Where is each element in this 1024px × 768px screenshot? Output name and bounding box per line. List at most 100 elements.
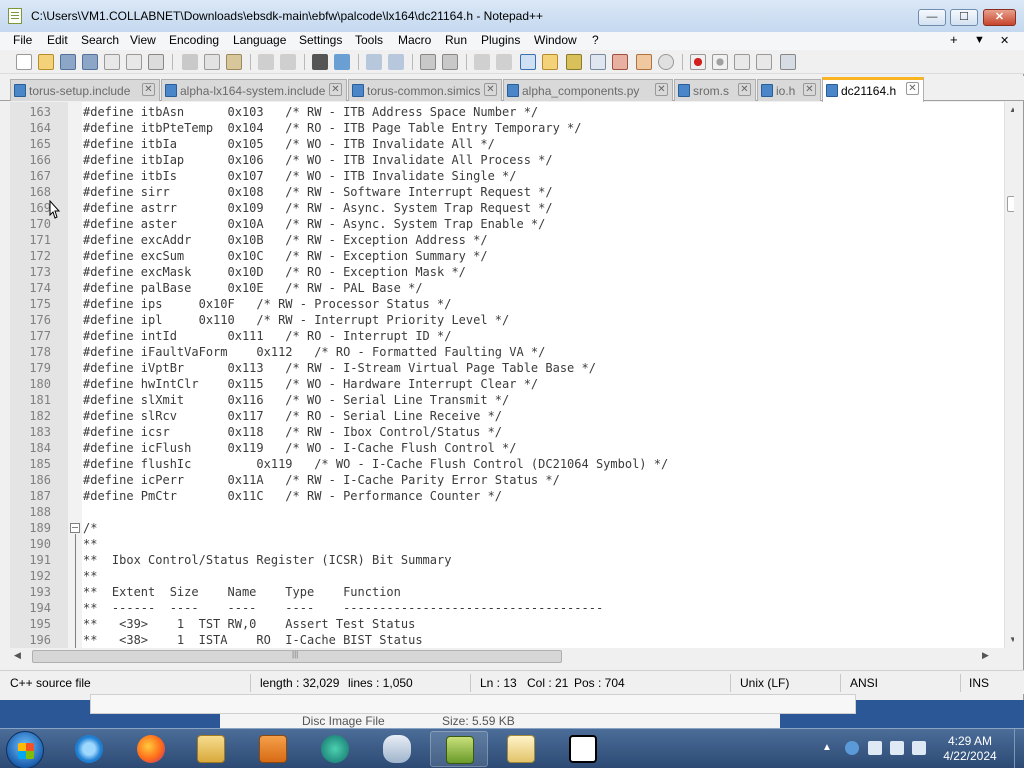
indent-guide-icon[interactable] — [520, 54, 536, 70]
status-insert-mode[interactable]: INS — [969, 676, 989, 690]
code-text[interactable]: #define itbIap 0x106 /* WO - ITB Invalid… — [83, 152, 553, 168]
close-window-button[interactable]: ✕ — [983, 9, 1016, 26]
menu-file[interactable]: File — [10, 33, 35, 47]
close-tab-icon[interactable]: ✕ — [803, 83, 816, 96]
clock-time[interactable]: 4:29 AM — [930, 734, 1010, 748]
code-line[interactable]: 189 /* — [10, 520, 1000, 536]
code-line[interactable]: 176 #define ipl 0x110 /* RW - Interrupt P… — [10, 312, 1000, 328]
code-line[interactable]: 179 #define iVptBr 0x113 /* RW - I-Stream… — [10, 360, 1000, 376]
redo-icon[interactable] — [280, 54, 296, 70]
menu-tools[interactable]: Tools — [352, 33, 386, 47]
code-line[interactable]: 169 #define astrr 0x109 /* RW - Async. Sy… — [10, 200, 1000, 216]
vertical-scroll-thumb[interactable] — [1007, 196, 1014, 212]
tab-torus-common[interactable]: torus-common.simics ✕ — [348, 79, 502, 101]
tab-torus-setup[interactable]: torus-setup.include ✕ — [10, 79, 160, 101]
tray-app-icon[interactable] — [845, 741, 859, 755]
code-text[interactable]: #define excSum 0x10C /* RW - Exception S… — [83, 248, 488, 264]
sync-horizontal-icon[interactable] — [442, 54, 458, 70]
code-line[interactable]: 166 #define itbIap 0x106 /* WO - ITB Inva… — [10, 152, 1000, 168]
taskbar-firefox[interactable] — [122, 731, 180, 767]
close-tab-icon[interactable]: ✕ — [142, 83, 155, 96]
eye-icon[interactable] — [658, 54, 674, 70]
status-eol[interactable]: Unix (LF) — [740, 676, 789, 690]
horizontal-scrollbar[interactable]: ◀ ||| ▶ — [10, 648, 994, 665]
close-tab-icon[interactable]: ✕ — [738, 83, 751, 96]
code-text[interactable]: #define iVptBr 0x113 /* RW - I-Stream Vi… — [83, 360, 596, 376]
new-file-icon[interactable] — [16, 54, 32, 70]
title-bar[interactable]: C:\Users\VM1.COLLABNET\Downloads\ebsdk-m… — [0, 0, 1024, 32]
code-text[interactable]: #define palBase 0x10E /* RW - PAL Base *… — [83, 280, 423, 296]
code-line[interactable]: 192 ** — [10, 568, 1000, 584]
code-line[interactable]: 181 #define slXmit 0x116 /* WO - Serial L… — [10, 392, 1000, 408]
menu-search[interactable]: Search — [78, 33, 122, 47]
close-tab-icon[interactable]: ✕ — [484, 83, 497, 96]
code-text[interactable]: #define flushIc 0x119 /* WO - I-Cache Fl… — [83, 456, 668, 472]
tab-dc21164[interactable]: dc21164.h ✕ — [822, 77, 924, 102]
code-line[interactable]: 183 #define icsr 0x118 /* RW - Ibox Contr… — [10, 424, 1000, 440]
code-line[interactable]: 180 #define hwIntClr 0x115 /* WO - Hardwa… — [10, 376, 1000, 392]
code-text[interactable]: #define intId 0x111 /* RO - Interrupt ID… — [83, 328, 451, 344]
tab-alpha-lx164-system[interactable]: alpha-lx164-system.include ✕ — [161, 79, 347, 101]
menu-help[interactable]: ? — [589, 33, 602, 47]
code-line[interactable]: 182 #define slRcv 0x117 /* RO - Serial Li… — [10, 408, 1000, 424]
play-macro-icon[interactable] — [734, 54, 750, 70]
code-text[interactable]: #define icsr 0x118 /* RW - Ibox Control/… — [83, 424, 502, 440]
code-line[interactable]: 190 ** — [10, 536, 1000, 552]
monitoring-icon[interactable] — [636, 54, 652, 70]
code-text[interactable]: ** Extent Size Name Type Function — [83, 584, 401, 600]
close-icon[interactable] — [104, 54, 120, 70]
code-line[interactable]: 163 #define itbAsn 0x103 /* RW - ITB Addr… — [10, 104, 1000, 120]
start-button[interactable] — [6, 731, 44, 768]
code-line[interactable]: 172 #define excSum 0x10C /* RW - Exceptio… — [10, 248, 1000, 264]
code-text[interactable]: /* — [83, 520, 97, 536]
stop-macro-icon[interactable] — [712, 54, 728, 70]
maximize-button[interactable]: ☐ — [950, 9, 978, 26]
code-text[interactable]: ** — [83, 536, 97, 552]
code-line[interactable]: 167 #define itbIs 0x107 /* WO - ITB Inval… — [10, 168, 1000, 184]
menu-run[interactable]: Run — [442, 33, 470, 47]
taskbar-media-player[interactable] — [244, 731, 302, 767]
code-line[interactable]: 173 #define excMask 0x10D /* RO - Excepti… — [10, 264, 1000, 280]
cut-icon[interactable] — [182, 54, 198, 70]
code-text[interactable]: ** <39> 1 TST RW,0 Assert Test Status — [83, 616, 415, 632]
code-line[interactable]: 174 #define palBase 0x10E /* RW - PAL Bas… — [10, 280, 1000, 296]
code-text[interactable]: #define icPerr 0x11A /* RW - I-Cache Par… — [83, 472, 560, 488]
menu-window[interactable]: Window — [531, 33, 580, 47]
zoom-out-icon[interactable] — [388, 54, 404, 70]
code-line[interactable]: 187 #define PmCtr 0x11C /* RW - Performan… — [10, 488, 1000, 504]
code-line[interactable]: 168 #define sirr 0x108 /* RW - Software I… — [10, 184, 1000, 200]
taskbar-wireshark[interactable] — [368, 731, 426, 767]
code-text[interactable]: #define itbAsn 0x103 /* RW - ITB Address… — [83, 104, 538, 120]
code-line[interactable]: 195 ** <39> 1 TST RW,0 Assert Test Status — [10, 616, 1000, 632]
taskbar-internet-explorer[interactable] — [60, 731, 118, 767]
code-line[interactable]: 175 #define ips 0x10F /* RW - Processor S… — [10, 296, 1000, 312]
code-line[interactable]: 170 #define aster 0x10A /* RW - Async. Sy… — [10, 216, 1000, 232]
print-icon[interactable] — [148, 54, 164, 70]
tab-srom[interactable]: srom.s ✕ — [674, 79, 756, 101]
save-icon[interactable] — [60, 54, 76, 70]
open-file-icon[interactable] — [38, 54, 54, 70]
taskbar-simics[interactable] — [306, 731, 364, 767]
menu-encoding[interactable]: Encoding — [166, 33, 222, 47]
code-line[interactable]: 171 #define excAddr 0x10B /* RW - Excepti… — [10, 232, 1000, 248]
save-all-icon[interactable] — [82, 54, 98, 70]
udl-icon[interactable] — [542, 54, 558, 70]
clock-date[interactable]: 4/22/2024 — [930, 749, 1010, 763]
doc-map-icon[interactable] — [566, 54, 582, 70]
code-text[interactable]: #define icFlush 0x119 /* WO - I-Cache Fl… — [83, 440, 516, 456]
code-text[interactable]: #define slXmit 0x116 /* WO - Serial Line… — [83, 392, 509, 408]
code-line[interactable]: 164 #define itbPteTemp 0x104 /* RO - ITB … — [10, 120, 1000, 136]
replace-icon[interactable] — [334, 54, 350, 70]
vertical-scrollbar[interactable]: ▲ ▼ — [1004, 102, 1014, 648]
sync-vertical-icon[interactable] — [420, 54, 436, 70]
code-line[interactable]: 186 #define icPerr 0x11A /* RW - I-Cache … — [10, 472, 1000, 488]
code-line[interactable]: 178 #define iFaultVaForm 0x112 /* RO - Fo… — [10, 344, 1000, 360]
taskbar-hxd[interactable] — [492, 731, 550, 767]
tab-alpha-components[interactable]: alpha_components.py ✕ — [503, 79, 673, 101]
code-text[interactable]: #define aster 0x10A /* RW - Async. Syste… — [83, 216, 545, 232]
taskbar-7zip[interactable] — [554, 731, 612, 767]
paste-icon[interactable] — [226, 54, 242, 70]
new-tab-button[interactable]: + — [950, 32, 958, 47]
code-text[interactable]: #define sirr 0x108 /* RW - Software Inte… — [83, 184, 553, 200]
code-text[interactable]: #define itbPteTemp 0x104 /* RO - ITB Pag… — [83, 120, 582, 136]
